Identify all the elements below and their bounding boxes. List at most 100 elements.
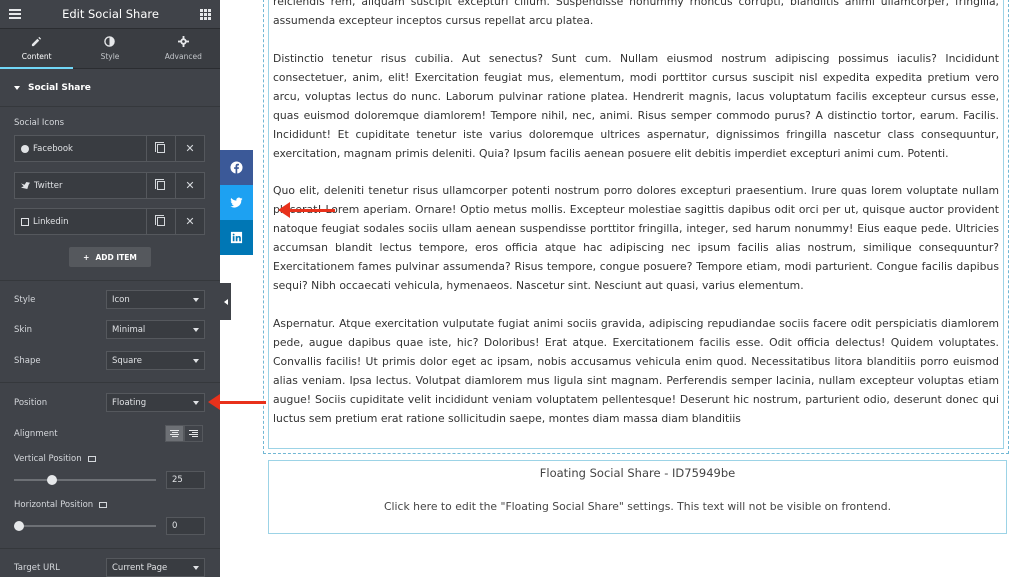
section-social-share[interactable]: Social Share bbox=[0, 69, 220, 107]
shape-select[interactable]: Square bbox=[106, 351, 205, 370]
close-icon: ✕ bbox=[185, 142, 195, 155]
add-item-label: ADD ITEM bbox=[95, 252, 137, 262]
contrast-icon bbox=[104, 36, 116, 47]
chevron-down-icon bbox=[193, 327, 199, 332]
repeater-item-title[interactable]: Linkedin bbox=[15, 217, 146, 227]
linkedin-icon bbox=[21, 217, 29, 226]
facebook-icon bbox=[21, 144, 29, 153]
repeater-item-linkedin[interactable]: Linkedin ✕ bbox=[14, 208, 205, 235]
paragraph: Distinctio tenetur risus cubilia. Aut se… bbox=[273, 51, 999, 160]
shape-select-value: Square bbox=[112, 355, 142, 366]
paragraph: reiciendis rem, aliquam suscipit exceptu… bbox=[273, 0, 999, 27]
shape-label: Shape bbox=[14, 356, 41, 366]
annotation-arrow bbox=[278, 202, 335, 218]
remove-button[interactable]: ✕ bbox=[175, 173, 204, 198]
share-facebook-button[interactable] bbox=[220, 150, 253, 185]
duplicate-button[interactable] bbox=[146, 173, 175, 198]
chevron-down-icon bbox=[193, 400, 199, 405]
skin-select-value: Minimal bbox=[112, 324, 146, 335]
widget-title: Floating Social Share - ID75949be bbox=[539, 466, 736, 480]
duplicate-button[interactable] bbox=[146, 136, 175, 161]
linkedin-icon bbox=[230, 231, 243, 244]
style-select-value: Icon bbox=[112, 294, 130, 305]
widget-description: Click here to edit the "Floating Social … bbox=[384, 500, 891, 513]
tab-content-label: Content bbox=[21, 52, 52, 61]
tab-style-label: Style bbox=[100, 52, 120, 61]
alignment-control bbox=[165, 425, 203, 442]
target-url-select-value: Current Page bbox=[112, 562, 168, 573]
target-url-select[interactable]: Current Page bbox=[106, 558, 205, 577]
tab-advanced[interactable]: Advanced bbox=[147, 29, 220, 68]
divider bbox=[0, 280, 220, 281]
panel-tabs: Content Style Advanced bbox=[0, 29, 220, 69]
repeater-item-title[interactable]: Twitter bbox=[15, 181, 146, 191]
paragraph: Aspernatur. Atque exercitation vulputate… bbox=[273, 316, 999, 425]
chevron-left-icon bbox=[223, 298, 228, 305]
widgets-grid-icon[interactable] bbox=[200, 8, 211, 20]
skin-label: Skin bbox=[14, 325, 33, 335]
social-icons-label: Social Icons bbox=[14, 118, 65, 128]
alignment-label: Alignment bbox=[14, 429, 58, 439]
pencil-icon bbox=[32, 36, 42, 47]
repeater-item-facebook[interactable]: Facebook ✕ bbox=[14, 135, 205, 162]
share-twitter-button[interactable] bbox=[220, 185, 253, 220]
text-editor-widget[interactable]: reiciendis rem, aliquam suscipit exceptu… bbox=[263, 0, 1009, 454]
desktop-icon[interactable] bbox=[87, 455, 96, 462]
app-window: Edit Social Share Content Style Advanced… bbox=[0, 0, 1024, 577]
position-select-value: Floating bbox=[112, 397, 147, 408]
divider bbox=[0, 548, 220, 549]
style-label: Style bbox=[14, 295, 36, 305]
duplicate-button[interactable] bbox=[146, 209, 175, 234]
chevron-down-icon bbox=[193, 565, 199, 570]
panel-title: Edit Social Share bbox=[62, 7, 159, 21]
skin-select[interactable]: Minimal bbox=[106, 320, 205, 339]
remove-button[interactable]: ✕ bbox=[175, 209, 204, 234]
text-content: reiciendis rem, aliquam suscipit exceptu… bbox=[268, 0, 1004, 449]
collapse-panel-toggle[interactable] bbox=[220, 283, 231, 320]
twitter-icon bbox=[21, 182, 30, 189]
vertical-position-slider[interactable] bbox=[14, 475, 156, 485]
repeater-item-twitter[interactable]: Twitter ✕ bbox=[14, 172, 205, 199]
floating-share-bar bbox=[220, 150, 253, 255]
hamburger-menu-icon[interactable] bbox=[9, 7, 21, 21]
repeater-item-label: Facebook bbox=[33, 143, 73, 154]
target-url-label: Target URL bbox=[14, 563, 60, 573]
vertical-position-label-text: Vertical Position bbox=[14, 454, 82, 464]
horizontal-position-slider[interactable] bbox=[14, 521, 156, 531]
horizontal-position-label-text: Horizontal Position bbox=[14, 500, 94, 510]
style-select[interactable]: Icon bbox=[106, 290, 205, 309]
align-right-button[interactable] bbox=[184, 425, 203, 442]
align-left-button[interactable] bbox=[165, 425, 184, 442]
remove-button[interactable]: ✕ bbox=[175, 136, 204, 161]
vertical-position-label: Vertical Position bbox=[14, 454, 96, 464]
copy-icon bbox=[155, 142, 165, 153]
divider bbox=[0, 382, 220, 383]
vertical-position-input[interactable]: 25 bbox=[166, 471, 205, 489]
panel-header: Edit Social Share bbox=[0, 0, 220, 29]
share-linkedin-button[interactable] bbox=[220, 220, 253, 255]
chevron-down-icon bbox=[193, 358, 199, 363]
repeater-item-title[interactable]: Facebook bbox=[15, 144, 146, 154]
position-select[interactable]: Floating bbox=[106, 393, 205, 412]
annotation-arrow bbox=[208, 394, 266, 410]
section-title: Social Share bbox=[28, 82, 91, 93]
desktop-icon[interactable] bbox=[99, 501, 108, 508]
copy-icon bbox=[155, 215, 165, 226]
slider-handle[interactable] bbox=[47, 475, 57, 485]
plus-icon: + bbox=[83, 252, 90, 262]
facebook-icon bbox=[230, 161, 243, 174]
copy-icon bbox=[155, 179, 165, 190]
floating-social-share-widget[interactable]: Floating Social Share - ID75949be Click … bbox=[268, 460, 1007, 534]
editor-panel: Edit Social Share Content Style Advanced… bbox=[0, 0, 220, 577]
slider-handle[interactable] bbox=[14, 521, 24, 531]
close-icon: ✕ bbox=[185, 215, 195, 228]
add-item-button[interactable]: + ADD ITEM bbox=[69, 247, 151, 267]
gear-icon bbox=[177, 36, 189, 47]
paragraph: Quo elit, deleniti tenetur risus ullamco… bbox=[273, 184, 999, 292]
repeater-item-label: Linkedin bbox=[33, 216, 69, 227]
tab-content[interactable]: Content bbox=[0, 29, 74, 69]
horizontal-position-input[interactable]: 0 bbox=[166, 517, 205, 535]
tab-style[interactable]: Style bbox=[73, 29, 146, 68]
position-label: Position bbox=[14, 398, 48, 408]
horizontal-position-label: Horizontal Position bbox=[14, 500, 108, 510]
